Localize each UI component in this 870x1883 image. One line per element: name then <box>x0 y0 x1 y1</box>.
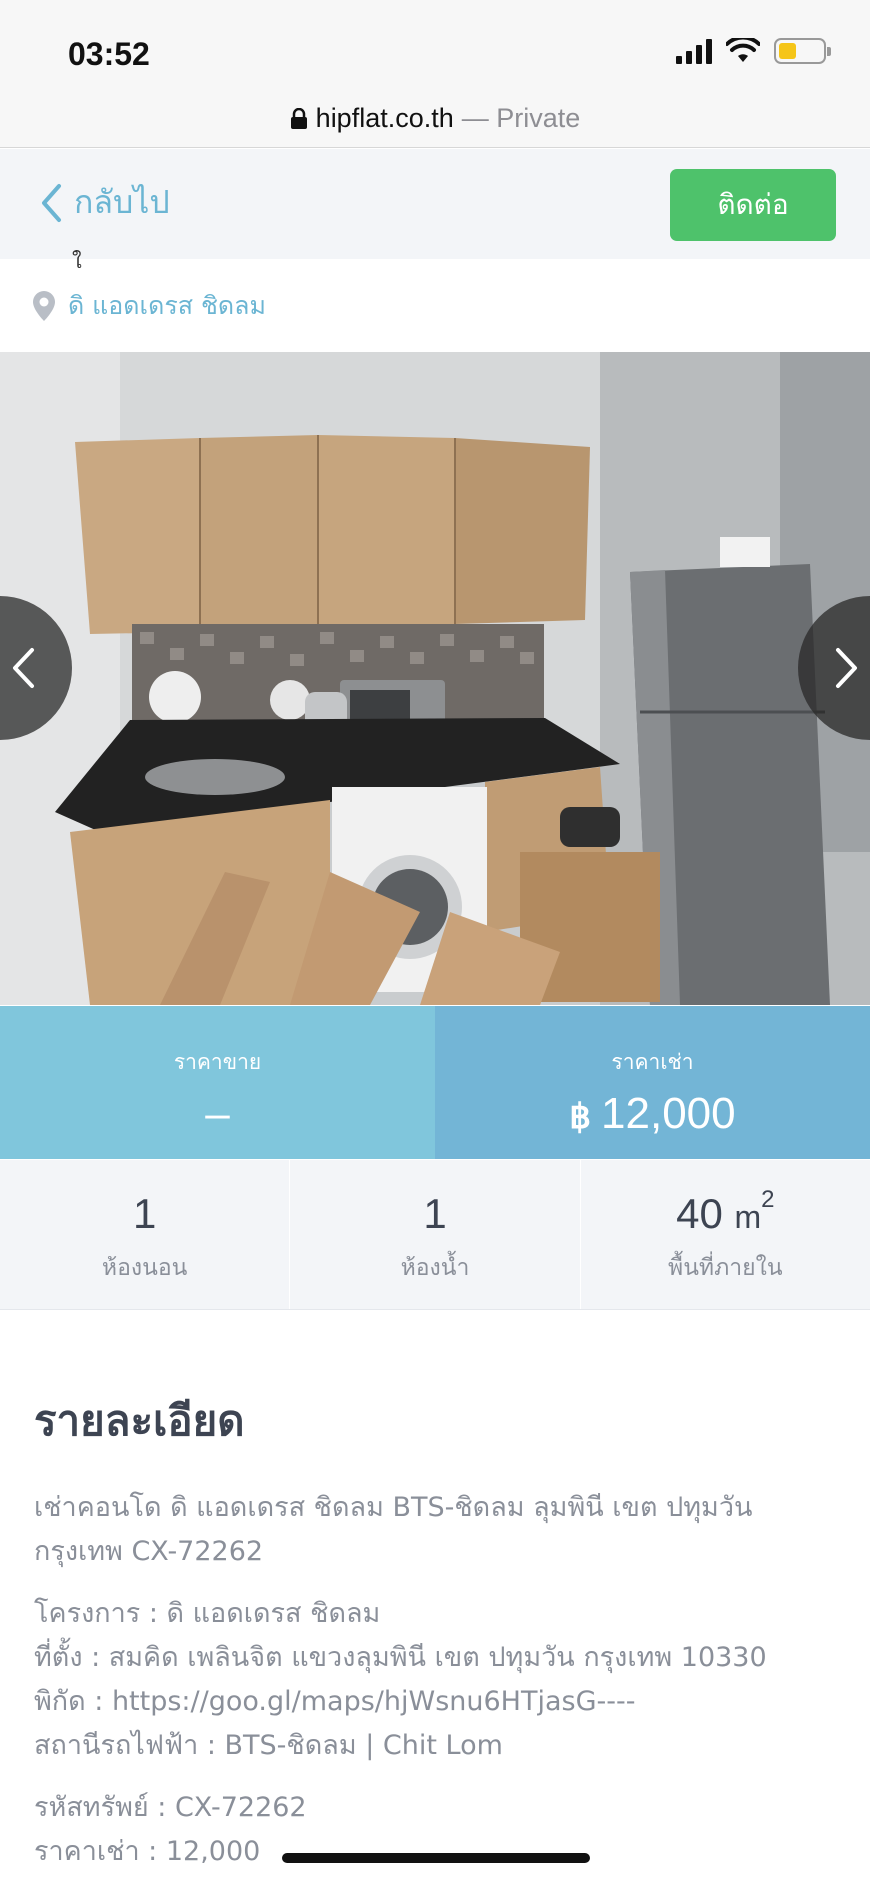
address-bar[interactable]: hipflat.co.th — Private <box>0 90 870 148</box>
battery-icon <box>774 38 831 64</box>
bathrooms-label: ห้องน้ำ <box>400 1255 470 1281</box>
chevron-right-icon <box>836 648 857 688</box>
coordinates-line: พิกัด : https://goo.gl/maps/hjWsnu6HTjas… <box>34 1686 636 1717</box>
bathrooms-value: 1 <box>423 1190 447 1237</box>
bedrooms-label: ห้องนอน <box>101 1255 188 1281</box>
stat-bedrooms: 1 ห้องนอน <box>0 1160 291 1309</box>
area-number: 40 <box>676 1190 723 1237</box>
details-info: โครงการ : ดิ แอดเดรส ชิดลม ที่ตั้ง : สมค… <box>34 1592 854 1768</box>
details-body: เช่าคอนโด ดิ แอดเดรส ชิดลม BTS-ชิดลม ลุม… <box>34 1486 854 1883</box>
listing-title: ใ <box>72 249 82 273</box>
details-summary: เช่าคอนโด ดิ แอดเดรส ชิดลม BTS-ชิดลม ลุม… <box>34 1486 854 1574</box>
address-line: ที่ตั้ง : สมคิด เพลินจิต แขวงลุมพินี เขต… <box>34 1642 767 1673</box>
rent-price-label: ราคาเช่า <box>611 1050 694 1074</box>
details-heading: รายละเอียด <box>34 1396 245 1445</box>
rent-price-cell: ราคาเช่า ฿ 12,000 <box>435 1006 870 1159</box>
area-label: พื้นที่ภายใน <box>668 1255 783 1281</box>
sale-price-label: ราคาขาย <box>173 1050 262 1074</box>
status-icons <box>676 38 831 64</box>
private-label: — Private <box>461 103 581 133</box>
sale-price-cell: ราคาขาย – <box>0 1006 435 1159</box>
listing-header: กลับไป ติดต่อ <box>0 149 870 259</box>
chevron-left-icon <box>42 183 61 222</box>
sale-price-value: – <box>205 1089 229 1139</box>
station-line: สถานีรถไฟฟ้า : BTS-ชิดลม | Chit Lom <box>34 1730 503 1761</box>
property-code-line: รหัสทรัพย์ : CX-72262 <box>34 1792 307 1823</box>
status-bar: 03:52 <box>0 0 870 90</box>
home-indicator[interactable] <box>282 1853 590 1863</box>
contact-button[interactable]: ติดต่อ <box>670 169 836 241</box>
summary-line: เช่าคอนโด ดิ แอดเดรส ชิดลม BTS-ชิดลม ลุม… <box>34 1492 753 1523</box>
summary-line: กรุงเทพ CX-72262 <box>34 1536 264 1567</box>
sale-price-amount: – <box>205 1089 230 1138</box>
stat-bathrooms: 1 ห้องน้ำ <box>290 1160 581 1309</box>
listing-photo[interactable] <box>0 352 870 1005</box>
baht-symbol: ฿ <box>569 1098 592 1136</box>
lock-icon <box>290 107 307 129</box>
bedrooms-value: 1 <box>132 1190 157 1237</box>
back-label: กลับไป <box>74 183 170 221</box>
project-line: โครงการ : ดิ แอดเดรส ชิดลม <box>34 1598 381 1629</box>
price-band: ราคาขาย – ราคาเช่า ฿ 12,000 <box>0 1006 870 1159</box>
location-label: ดิ แอดเดรส ชิดลม <box>68 291 266 320</box>
rent-price-line: ราคาเช่า : 12,000 <box>34 1836 261 1867</box>
back-button[interactable]: กลับไป <box>40 177 170 228</box>
rent-price-amount: 12,000 <box>601 1089 736 1138</box>
area-unit: m <box>734 1199 762 1235</box>
map-pin-icon <box>33 291 55 321</box>
stat-area: 40 m2 พื้นที่ภายใน <box>581 1160 870 1309</box>
status-time: 03:52 <box>68 36 150 72</box>
area-value: 40 m2 <box>676 1186 774 1238</box>
property-stats: 1 ห้องนอน 1 ห้องน้ำ 40 m2 พื้นที่ภายใน <box>0 1160 870 1310</box>
cellular-signal-icon <box>676 38 712 64</box>
listing-location[interactable]: ดิ แอดเดรส ชิดลม <box>32 286 266 326</box>
rent-price-value: ฿ 12,000 <box>569 1089 735 1139</box>
kitchen-photo <box>0 352 870 1005</box>
url-domain: hipflat.co.th <box>315 103 454 133</box>
wifi-icon <box>726 38 760 62</box>
chevron-left-icon <box>13 648 34 688</box>
area-unit-exponent: 2 <box>761 1186 775 1213</box>
